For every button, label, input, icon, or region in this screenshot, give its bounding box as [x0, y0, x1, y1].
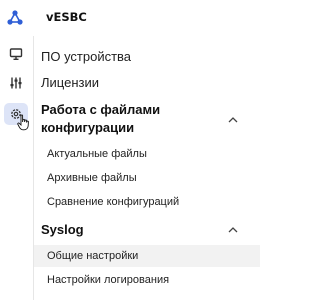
network-nodes-logo-icon[interactable]: [6, 9, 24, 27]
section-syslog[interactable]: Syslog: [34, 220, 260, 240]
submenu-item-logging-settings[interactable]: Настройки логирования: [34, 270, 260, 290]
menu-item-device-software[interactable]: ПО устройства: [34, 46, 260, 68]
monitor-icon: [9, 48, 23, 61]
menu-item-label: Лицензии: [41, 75, 99, 90]
submenu-item-label: Архивные файлы: [47, 172, 137, 184]
equalizer-icon: [10, 77, 22, 89]
menu-item-licenses[interactable]: Лицензии: [34, 72, 260, 94]
submenu-item-label: Актуальные файлы: [47, 148, 147, 160]
submenu-item-current-files[interactable]: Актуальные файлы: [34, 144, 260, 164]
rail-equalizer-button[interactable]: [4, 72, 28, 94]
app-title: vESBC: [46, 10, 87, 24]
settings-menu: ПО устройства Лицензии Работа с файлами …: [34, 36, 260, 300]
submenu-item-label: Настройки логирования: [47, 274, 170, 286]
hand-pointer-cursor-icon: [17, 114, 29, 131]
section-title: Работа с файлами конфигурации: [41, 101, 160, 137]
menu-item-label: ПО устройства: [41, 49, 132, 64]
submenu-item-label: Общие настройки: [47, 250, 139, 262]
app-header: vESBC: [0, 0, 260, 36]
chevron-up-icon[interactable]: [228, 227, 238, 233]
submenu-item-archive-files[interactable]: Архивные файлы: [34, 168, 260, 188]
submenu-item-compare-configs[interactable]: Сравнение конфигураций: [34, 192, 260, 212]
chevron-up-icon[interactable]: [228, 117, 238, 123]
icon-rail: [0, 36, 34, 300]
rail-monitor-button[interactable]: [4, 43, 28, 65]
section-title-line1: Работа с файлами: [41, 102, 161, 117]
section-title-line2: конфигурации: [41, 120, 135, 135]
submenu-item-label: Сравнение конфигураций: [47, 196, 180, 208]
submenu-item-general-settings[interactable]: Общие настройки: [34, 245, 260, 267]
section-config-files[interactable]: Работа с файлами конфигурации: [34, 101, 260, 141]
section-title: Syslog: [41, 222, 84, 237]
